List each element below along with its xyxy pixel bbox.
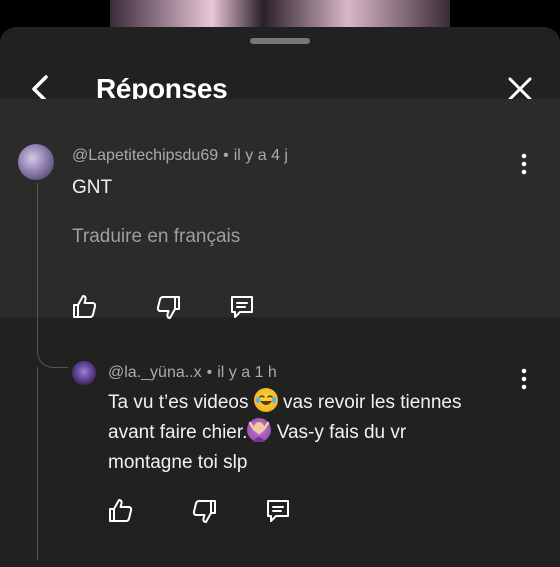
comment-author[interactable]: @Lapetitechipsdu69 [72, 147, 218, 164]
comment-meta: @Lapetitechipsdu69 • il y a 4 j [72, 147, 288, 165]
more-vert-icon [521, 153, 527, 175]
like-button[interactable] [70, 292, 100, 322]
reply-text-segment: Vas-y fais du vr [276, 422, 407, 443]
comment-icon [231, 296, 253, 318]
thumb-up-icon [109, 499, 133, 522]
thumb-down-icon [192, 500, 216, 523]
person-shrugging-icon [247, 418, 272, 442]
comment-icon [267, 500, 289, 522]
reply-text: Ta vu t’es videos vas revoir les tiennes… [108, 388, 548, 478]
parent-comment: @Lapetitechipsdu69 • il y a 4 j GNT Tradui… [0, 99, 560, 319]
comment-time: il y a 4 j [233, 147, 288, 164]
comment-text: GNT [72, 177, 113, 198]
reply-line: avant faire chier. Vas-y fais du vr [108, 418, 548, 448]
thread-line [37, 183, 38, 317]
dislike-button[interactable] [189, 496, 219, 526]
meta-separator: • [223, 147, 229, 164]
reply-text-segment: vas revoir les tiennes [283, 392, 462, 413]
reply-button[interactable] [227, 292, 257, 322]
reply-text-segment: Ta vu t’es videos [108, 392, 249, 413]
thread-connector [37, 317, 68, 368]
avatar[interactable] [18, 144, 54, 180]
reply-text-segment: avant faire chier. [108, 422, 248, 443]
dislike-button[interactable] [153, 292, 183, 322]
avatar[interactable] [72, 361, 96, 385]
reply-line: Ta vu t’es videos vas revoir les tiennes [108, 388, 548, 418]
drag-handle[interactable] [250, 38, 310, 44]
meta-separator: • [206, 364, 213, 381]
like-button[interactable] [106, 496, 136, 526]
reply-meta: @la._yüna..x • il y a 1 h [108, 364, 277, 382]
reply-button[interactable] [263, 496, 293, 526]
reply-author[interactable]: @la._yüna..x [108, 364, 202, 381]
reply-time: il y a 1 h [217, 364, 277, 381]
more-options-button[interactable] [512, 149, 536, 179]
thumb-up-icon [73, 295, 97, 318]
thread-line [37, 367, 38, 560]
reply-line: montagne toi slp [108, 452, 248, 473]
face-with-tears-of-joy-icon [253, 388, 278, 412]
thumb-down-icon [156, 296, 180, 319]
translate-link[interactable]: Traduire en français [72, 226, 240, 248]
